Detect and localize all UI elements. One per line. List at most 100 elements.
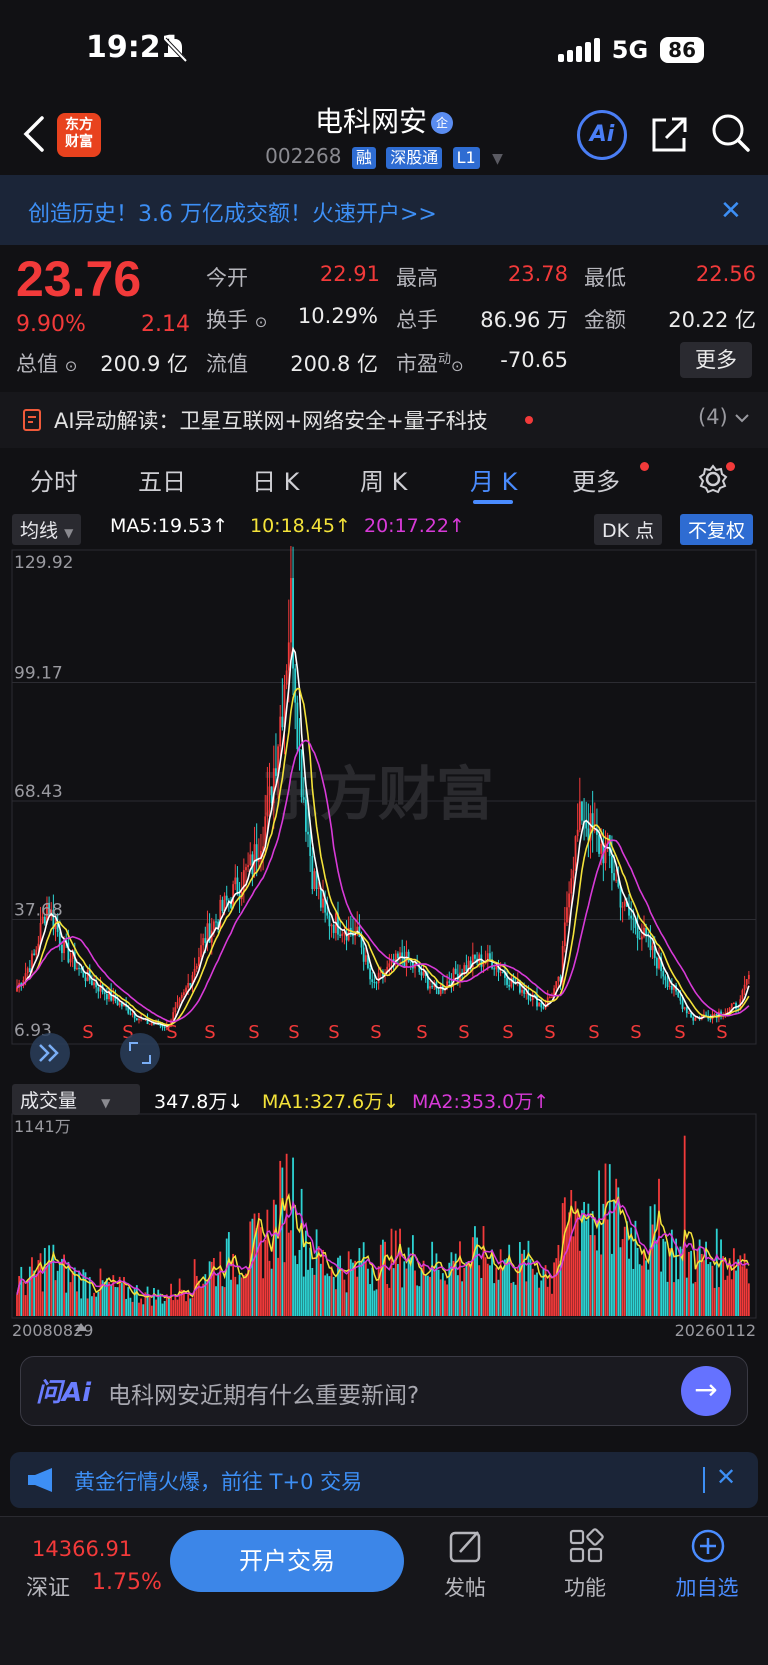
add-watchlist-icon[interactable]: [690, 1528, 726, 1564]
volume-bar: [277, 1257, 279, 1316]
post-label[interactable]: 发帖: [420, 1572, 510, 1602]
more-fields-button[interactable]: 更多: [680, 342, 752, 378]
candle-body: [495, 965, 498, 970]
network-type: 5G: [611, 36, 649, 64]
volume-bar: [555, 1258, 558, 1316]
share-icon[interactable]: [650, 114, 690, 154]
volume-bar: [103, 1281, 106, 1316]
volume-bar: [514, 1284, 517, 1316]
indicator-selector[interactable]: 均线 ▼: [12, 514, 82, 545]
notice-text[interactable]: 黄金行情火爆，前往 T+0 交易: [74, 1466, 362, 1496]
pe-value: -70.65: [500, 348, 568, 372]
arrow-right-icon[interactable]: →: [681, 1366, 731, 1416]
volume-bar: [99, 1268, 102, 1316]
float-cap-value: 200.8 亿: [290, 352, 378, 376]
candle-body: [245, 867, 247, 871]
open-account-trade-button[interactable]: 开户交易: [170, 1530, 404, 1592]
volume-bar: [613, 1199, 615, 1316]
volume-bar: [375, 1289, 378, 1316]
candle-body: [732, 1003, 735, 1005]
candle-body: [373, 981, 376, 983]
candle-body: [655, 957, 658, 969]
volume-bar: [388, 1287, 391, 1316]
candle-body: [129, 1013, 132, 1015]
volume-chart[interactable]: 1141万 20080829 20260112: [0, 1110, 768, 1346]
volume-bar: [711, 1265, 714, 1316]
index-name[interactable]: 深证: [26, 1570, 70, 1602]
volume-bar: [604, 1163, 607, 1316]
candle-body: [93, 982, 95, 986]
close-icon[interactable]: ✕: [720, 196, 742, 226]
search-icon[interactable]: [710, 112, 752, 154]
volume-bar: [745, 1268, 748, 1316]
volume-bar: [576, 1209, 579, 1316]
candle-body: [576, 829, 579, 837]
dk-point-toggle[interactable]: DK 点: [594, 514, 663, 545]
volume-bar: [178, 1278, 181, 1316]
add-watchlist-label[interactable]: 加自选: [662, 1572, 752, 1602]
volume-bar: [518, 1242, 521, 1316]
volume-bar: [264, 1239, 267, 1316]
candle-body: [69, 958, 72, 963]
volume-bar: [86, 1298, 89, 1316]
candle-body: [319, 887, 322, 908]
volume-bar: [272, 1199, 275, 1316]
ai-button[interactable]: Ai: [577, 110, 627, 160]
candle-body: [309, 834, 312, 856]
volume-bar: [67, 1261, 70, 1316]
volume-bar: [568, 1212, 571, 1316]
scroll-handle-icon[interactable]: [74, 1322, 88, 1332]
volume-value: 86.96 万: [480, 308, 568, 332]
volume-bar: [349, 1259, 352, 1316]
volume-bar: [747, 1283, 750, 1316]
index-value[interactable]: 14366.91: [32, 1537, 132, 1561]
volume-bar: [225, 1238, 228, 1316]
candle-body: [187, 982, 190, 988]
candle-body: [677, 991, 680, 997]
volume-bar: [133, 1287, 136, 1316]
candle-body: [388, 963, 391, 967]
candle-body: [326, 912, 329, 916]
kline-chart[interactable]: 东方财富 SSSSSSSSSSSSSSSS 129.92 99.17 68.43…: [0, 546, 768, 1076]
volume-bar: [168, 1298, 170, 1316]
signal-marker: S: [82, 1022, 93, 1043]
tab-more[interactable]: 更多: [572, 462, 620, 497]
volume-bar: [28, 1266, 31, 1316]
fast-forward-icon[interactable]: [30, 1033, 70, 1073]
tab-daily-k[interactable]: 日 K: [252, 462, 299, 497]
change-percent: 9.90%: [16, 312, 86, 337]
volume-bar: [506, 1258, 508, 1316]
candle-body: [290, 578, 292, 643]
candle-body: [608, 835, 611, 856]
ai-reading-text[interactable]: AI异动解读：卫星互联网+网络安全+量子科技: [54, 405, 488, 435]
volume-bar: [127, 1287, 130, 1316]
volume-bar: [105, 1278, 108, 1316]
battery-level: 86: [660, 37, 704, 63]
candle-body: [204, 938, 207, 943]
ma20-legend: 20:17.22↑: [364, 515, 465, 537]
volume-bar: [315, 1229, 318, 1316]
tab-monthly-k[interactable]: 月 K: [470, 462, 517, 497]
post-icon[interactable]: [448, 1528, 484, 1564]
close-icon[interactable]: ✕: [716, 1463, 736, 1491]
volume-bar: [497, 1279, 500, 1316]
chevron-down-icon[interactable]: [734, 412, 750, 424]
ask-ai-prompt[interactable]: 电科网安近期有什么重要新闻?: [108, 1376, 419, 1410]
candle-body: [33, 953, 36, 956]
adjustment-toggle[interactable]: 不复权: [680, 514, 754, 545]
tab-five-day[interactable]: 五日: [138, 462, 186, 497]
index-change[interactable]: 1.75%: [92, 1570, 162, 1595]
volume-bar: [330, 1266, 333, 1316]
signal-marker: S: [248, 1022, 259, 1043]
functions-icon[interactable]: [568, 1528, 604, 1564]
functions-label[interactable]: 功能: [540, 1572, 630, 1602]
expand-icon[interactable]: [120, 1033, 160, 1073]
candle-body: [377, 972, 380, 984]
high-label: 最高: [396, 266, 438, 290]
volume-bar: [662, 1238, 665, 1316]
tab-intraday[interactable]: 分时: [30, 462, 78, 497]
tab-weekly-k[interactable]: 周 K: [360, 462, 407, 497]
volume-bar: [444, 1280, 446, 1316]
settings-gear-icon[interactable]: [698, 464, 728, 494]
promo-banner-text[interactable]: 创造历史！3.6 万亿成交额！火速开户>>: [28, 196, 437, 228]
